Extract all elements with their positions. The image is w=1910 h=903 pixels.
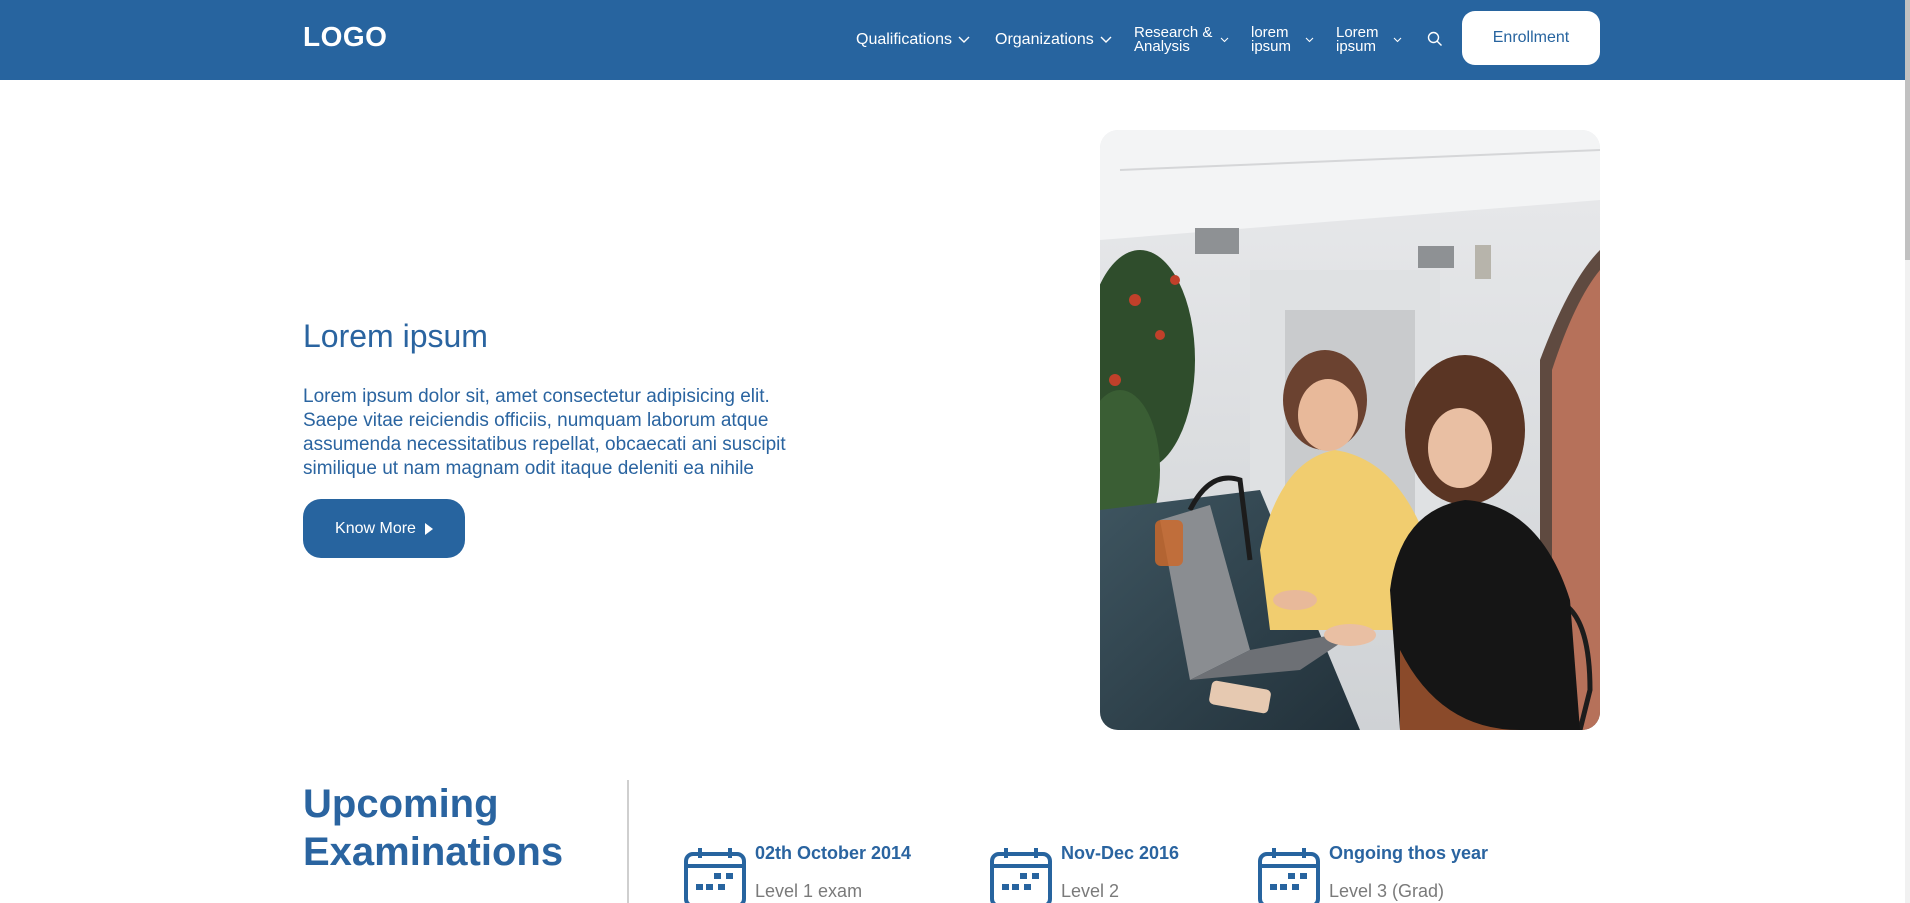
nav-label: Organizations	[995, 31, 1094, 48]
logo[interactable]: LOGO	[303, 21, 387, 53]
exam-level: Level 3 (Grad)	[1329, 881, 1445, 901]
title-line: Upcoming	[303, 782, 499, 826]
nav-label: Research & Analysis	[1134, 25, 1212, 55]
nav-item-qualifications[interactable]: Qualifications	[856, 0, 970, 80]
chevron-down-icon	[1220, 37, 1229, 43]
nav-label: Lorem ipsum	[1336, 25, 1379, 55]
know-more-label: Know More	[335, 519, 416, 537]
nav-item-organizations[interactable]: Organizations	[995, 0, 1112, 80]
scrollbar-thumb[interactable]	[1905, 0, 1910, 260]
play-arrow-icon	[424, 522, 433, 535]
chevron-down-icon	[1100, 36, 1112, 43]
exam-level: Level 2	[1061, 881, 1120, 901]
exam-level: Level 1 exam	[755, 881, 863, 901]
top-navigation-bar: LOGO Qualifications Organizations Resear…	[0, 0, 1905, 80]
hero-text-line: Saepe vitae reiciendis officiis, numquam…	[303, 410, 769, 431]
section-divider	[627, 780, 629, 903]
upcoming-examinations-title: Upcoming Examinations	[303, 780, 563, 876]
hero-photo	[1100, 130, 1600, 730]
exam-date: Ongoing thos year	[1329, 843, 1489, 863]
calendar-icon	[684, 848, 746, 903]
hero-description: Lorem ipsum dolor sit, amet consectetur …	[303, 385, 843, 481]
know-more-button[interactable]: Know More	[303, 499, 465, 558]
title-line: Examinations	[303, 830, 564, 874]
nav-item-lorem-ipsum-2[interactable]: Lorem ipsum	[1336, 0, 1402, 80]
nav-label-line: ipsum	[1251, 38, 1292, 55]
exam-date: Nov-Dec 2016	[1061, 843, 1180, 863]
calendar-icon	[1258, 848, 1320, 903]
search-icon[interactable]	[1426, 30, 1444, 48]
chevron-down-icon	[1393, 37, 1401, 43]
nav-label: Qualifications	[856, 31, 953, 48]
nav-item-research-analysis[interactable]: Research & Analysis	[1134, 0, 1229, 80]
chevron-down-icon	[958, 36, 970, 43]
exam-date: 02th October 2014	[755, 843, 912, 863]
hero-text-line: Lorem ipsum dolor sit, amet consectetur …	[303, 386, 770, 407]
hero-title: Lorem ipsum	[303, 318, 488, 354]
enrollment-button[interactable]: Enrollment	[1462, 11, 1600, 65]
nav-label-line: Analysis	[1134, 38, 1190, 55]
calendar-icon	[990, 848, 1052, 903]
nav-item-lorem-ipsum[interactable]: lorem ipsum	[1251, 0, 1314, 80]
nav-label: lorem ipsum	[1251, 25, 1292, 55]
hero-text-line: assumenda necessitatibus repellat, obcae…	[303, 434, 786, 455]
chevron-down-icon	[1305, 37, 1314, 43]
hero-text-line: similique ut nam magnam odit itaque dele…	[303, 458, 754, 479]
nav-label-line: ipsum	[1336, 38, 1377, 55]
